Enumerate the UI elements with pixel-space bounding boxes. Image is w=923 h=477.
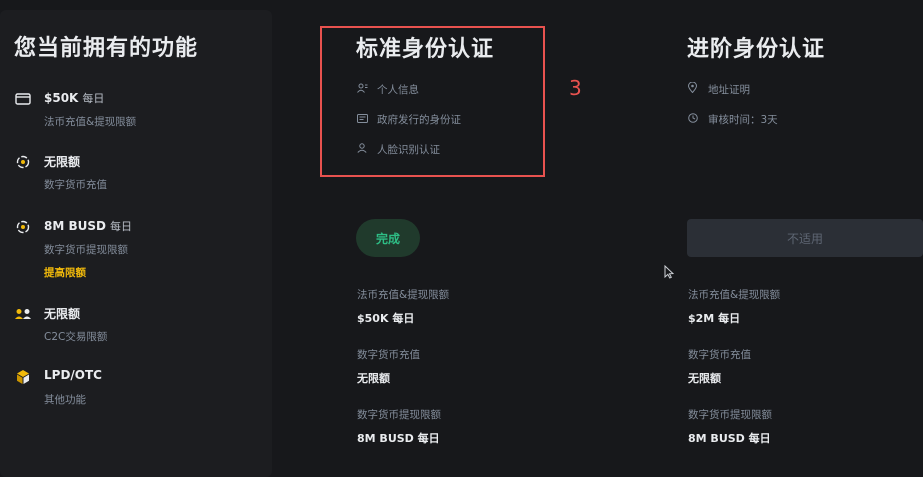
- current-features-panel: [0, 10, 272, 477]
- limit-value: 无限额: [688, 372, 721, 385]
- location-icon: [687, 81, 700, 96]
- feature-desc: 数字货币充值: [44, 179, 107, 191]
- raise-limit-link[interactable]: 提高限额: [44, 265, 86, 280]
- limit-label: 法币充值&提现限额: [357, 289, 450, 301]
- limit-label: 数字货币提现限额: [357, 409, 441, 421]
- limit-label: 数字货币充值: [688, 349, 751, 361]
- feature-desc: 法币充值&提现限额: [44, 116, 137, 128]
- limit-value: 无限额: [357, 372, 390, 385]
- limit-label: 数字货币提现限额: [688, 409, 772, 421]
- limit-label: 数字货币充值: [357, 349, 420, 361]
- feature-name: $50K 每日: [44, 91, 105, 105]
- feature-name: 无限额: [44, 307, 81, 321]
- users-icon: [14, 306, 32, 322]
- card-icon: [14, 91, 32, 107]
- feature-desc: C2C交易限额: [44, 331, 108, 343]
- cube-icon: [14, 369, 32, 385]
- completed-status-badge: 完成: [356, 219, 420, 257]
- annotation-number: 3: [569, 76, 582, 100]
- feature-desc: 其他功能: [44, 394, 86, 406]
- limit-value: $2M 每日: [688, 312, 741, 325]
- current-features-title: 您当前拥有的功能: [14, 36, 199, 61]
- feature-desc: 数字货币提现限额: [44, 244, 128, 256]
- feature-name: 无限额: [44, 155, 81, 169]
- limit-value: $50K 每日: [357, 312, 415, 325]
- feature-name: LPD/OTC: [44, 368, 102, 382]
- crypto-deposit-icon: [14, 154, 32, 170]
- advanced-verification-title: 进阶身份认证: [687, 37, 826, 62]
- clock-icon: [688, 113, 700, 126]
- limit-value: 8M BUSD 每日: [688, 432, 771, 445]
- limit-value: 8M BUSD 每日: [357, 432, 440, 445]
- requirement-review-time: 审核时间：3天: [688, 112, 778, 127]
- requirement-proof-of-address: 地址证明: [687, 81, 750, 97]
- limit-label: 法币充值&提现限额: [688, 289, 781, 301]
- feature-name: 8M BUSD 每日: [44, 219, 132, 233]
- highlight-annotation-box: [320, 26, 545, 177]
- not-applicable-button[interactable]: 不适用: [687, 219, 923, 257]
- mouse-cursor-icon: [664, 264, 675, 283]
- crypto-withdraw-icon: [14, 219, 32, 235]
